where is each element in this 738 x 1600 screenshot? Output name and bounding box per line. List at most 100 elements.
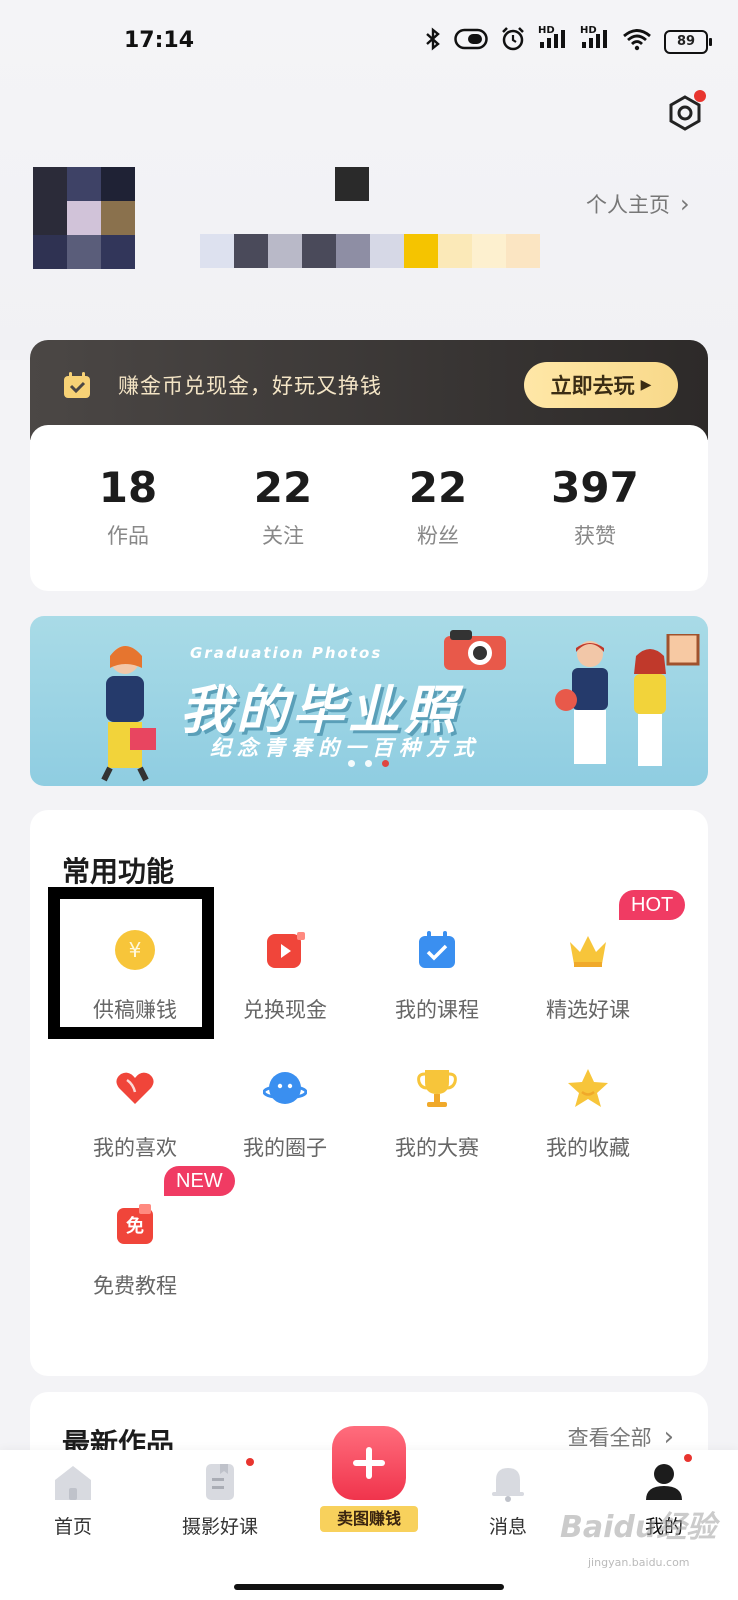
- promo-caption: 纪念青春的一百种方式: [210, 736, 480, 760]
- feature-label: 我的大赛: [395, 1136, 479, 1160]
- sell-photos-label[interactable]: 卖图赚钱: [320, 1506, 418, 1532]
- play-now-label: 立即去玩: [550, 374, 635, 398]
- feature-free-tutorials[interactable]: 免 免费教程: [60, 1190, 210, 1310]
- stat-label: 粉丝: [417, 524, 459, 548]
- mosaic-tile: [67, 167, 101, 201]
- battery-indicator: 89: [664, 30, 712, 54]
- heart-icon: [116, 1072, 154, 1104]
- mosaic-tile: [33, 235, 67, 269]
- alarm-icon: [500, 26, 526, 58]
- mosaic-tile: [200, 234, 234, 268]
- chevron-right-icon: ›: [680, 190, 690, 218]
- carousel-dot: [365, 760, 372, 767]
- stat-value: 22: [253, 463, 313, 512]
- mosaic-tile: [438, 234, 472, 268]
- stat-label: 关注: [262, 524, 304, 548]
- mosaic-tile: [336, 234, 370, 268]
- feature-my-likes[interactable]: 我的喜欢: [60, 1052, 210, 1172]
- feature-label: 我的收藏: [546, 1136, 630, 1160]
- feature-my-courses[interactable]: 我的课程: [362, 914, 512, 1034]
- feature-submit-earn[interactable]: ¥ 供稿赚钱: [60, 914, 210, 1034]
- mosaic-tile: [67, 235, 101, 269]
- nav-notification-dot: [684, 1454, 692, 1462]
- feature-my-favorites[interactable]: 我的收藏: [513, 1052, 663, 1172]
- feature-my-contests[interactable]: 我的大赛: [362, 1052, 512, 1172]
- video-play-icon: [267, 932, 305, 968]
- stat-value: 22: [408, 463, 468, 512]
- stat-works[interactable]: 18 作品: [53, 463, 203, 550]
- feature-label: 精选好课: [546, 998, 630, 1022]
- bluetooth-icon: [424, 27, 442, 57]
- mosaic-tile: [302, 234, 336, 268]
- stat-value: 397: [551, 463, 639, 512]
- feature-selected-courses[interactable]: 精选好课: [513, 914, 663, 1034]
- mosaic-tile: [268, 234, 302, 268]
- feature-label: 免费教程: [93, 1274, 177, 1298]
- mosaic-tile: [370, 234, 404, 268]
- carousel-dots: [348, 760, 389, 767]
- carousel-dot: [348, 760, 355, 767]
- feature-my-circle[interactable]: 我的圈子: [210, 1052, 360, 1172]
- nav-label: 消息: [488, 1516, 527, 1538]
- mosaic-tile: [472, 234, 506, 268]
- avatar[interactable]: [33, 167, 135, 269]
- feature-label: 我的课程: [395, 998, 479, 1022]
- yuan-coin-icon: ¥: [115, 930, 155, 970]
- stat-label: 获赞: [574, 524, 616, 548]
- mosaic-tile: [67, 201, 101, 235]
- gold-banner-text: 赚金币兑现金，好玩又挣钱: [118, 374, 382, 398]
- plus-icon: [353, 1447, 385, 1479]
- user-icon: [646, 1464, 682, 1500]
- mosaic-tile: [101, 167, 135, 201]
- promo-carousel[interactable]: Graduation Photos 我的毕业照 纪念青春的一百种方式: [30, 616, 708, 786]
- girl-illustration: [101, 646, 156, 782]
- status-icons: HD HD 89: [424, 25, 712, 58]
- new-badge: NEW: [164, 1166, 235, 1196]
- crown-icon: [570, 936, 606, 967]
- svg-text:¥: ¥: [129, 938, 142, 962]
- mosaic-tile: [33, 167, 67, 201]
- sell-photos-button[interactable]: [332, 1426, 406, 1500]
- section-title: 常用功能: [62, 855, 175, 888]
- personal-homepage-label: 个人主页: [586, 193, 670, 217]
- nav-label: 首页: [53, 1516, 92, 1538]
- home-indicator: [234, 1584, 504, 1590]
- status-bar: 17:14 HD HD 89: [0, 0, 738, 80]
- notification-dot: [694, 90, 706, 102]
- stat-likes[interactable]: 397 获赞: [520, 463, 670, 550]
- calendar-gift-icon: [64, 372, 90, 398]
- feature-exchange-cash[interactable]: 兑换现金: [210, 914, 360, 1034]
- settings-button[interactable]: [666, 90, 706, 132]
- mosaic-tile: [33, 201, 67, 235]
- nav-notification-dot: [246, 1458, 254, 1466]
- play-now-button[interactable]: 立即去玩 ▶: [524, 362, 678, 408]
- star-icon: [568, 1069, 608, 1107]
- free-tag-text: 免: [126, 1216, 144, 1237]
- stat-label: 作品: [107, 524, 149, 548]
- baidu-watermark: Baidu经验: [560, 1510, 717, 1545]
- signal-icon-2: HD: [580, 25, 610, 56]
- view-all-link[interactable]: 查看全部 ›: [568, 1422, 674, 1452]
- play-triangle-icon: ▶: [640, 377, 652, 393]
- calendar-check-icon: [419, 931, 455, 968]
- status-time: 17:14: [124, 28, 195, 53]
- username-blurred: [335, 167, 369, 201]
- students-illustration: [555, 634, 700, 766]
- feature-label: 供稿赚钱: [93, 998, 177, 1022]
- stat-value: 18: [98, 463, 158, 512]
- stat-following[interactable]: 22 关注: [208, 463, 358, 550]
- mosaic-tile: [234, 234, 268, 268]
- common-features-card: 常用功能 ¥ 供稿赚钱 兑换现金 我的课程 精选好课 HOT 我的喜欢 我的圈子…: [30, 810, 708, 1376]
- signal-icon-1: HD: [538, 25, 568, 56]
- view-all-label: 查看全部: [567, 1426, 652, 1450]
- stat-fans[interactable]: 22 粉丝: [363, 463, 513, 550]
- feature-label: 兑换现金: [243, 998, 327, 1022]
- carousel-dot-active: [382, 760, 389, 767]
- wifi-icon: [622, 27, 652, 57]
- feature-label: 我的喜欢: [93, 1136, 177, 1160]
- toggle-icon: [454, 28, 488, 56]
- promo-subtitle: Graduation Photos: [190, 644, 383, 662]
- personal-homepage-link[interactable]: 个人主页 ›: [586, 189, 690, 219]
- mosaic-tile: [404, 234, 438, 268]
- trophy-icon: [417, 1070, 457, 1107]
